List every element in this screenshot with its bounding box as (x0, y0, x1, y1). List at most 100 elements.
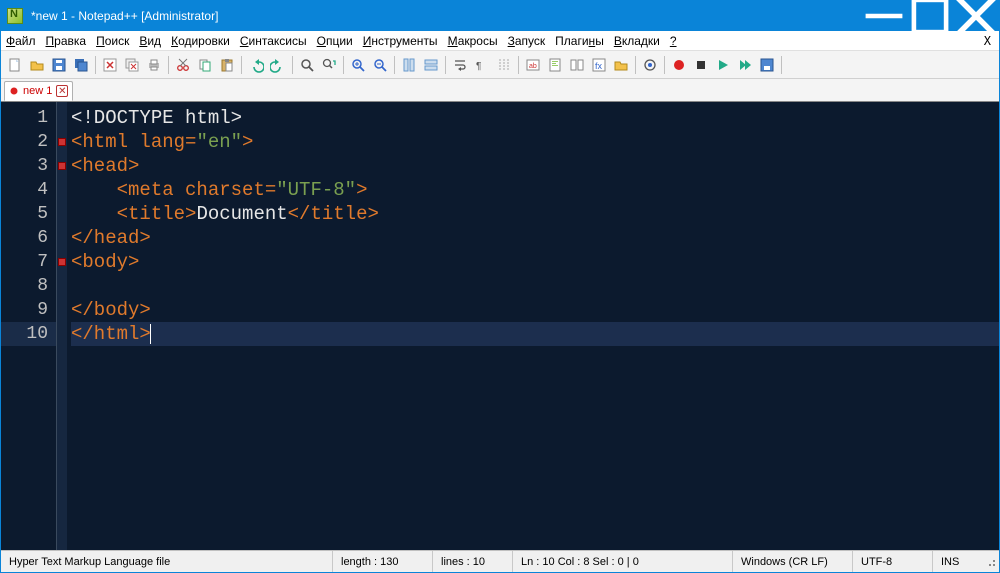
code-line[interactable]: <title>Document</title> (71, 202, 999, 226)
resize-grip-icon[interactable] (983, 554, 999, 570)
code-line[interactable]: </head> (71, 226, 999, 250)
menu-инструменты[interactable]: Инструменты (358, 32, 443, 50)
line-number[interactable]: 9 (1, 298, 56, 322)
close-button[interactable] (953, 1, 999, 31)
menu-правка[interactable]: Правка (41, 32, 92, 50)
code-line[interactable]: <html lang="en"> (71, 130, 999, 154)
print-icon[interactable] (144, 55, 164, 75)
code-line[interactable]: <body> (71, 250, 999, 274)
save-macro-icon[interactable] (757, 55, 777, 75)
menu-поиск[interactable]: Поиск (91, 32, 134, 50)
menu-вкладки[interactable]: Вкладки (609, 32, 665, 50)
fold-toggle-icon[interactable] (58, 138, 66, 146)
menu-запуск[interactable]: Запуск (503, 32, 551, 50)
line-number[interactable]: 8 (1, 274, 56, 298)
status-ins[interactable]: INS (933, 551, 983, 572)
zoom-out-icon[interactable] (370, 55, 390, 75)
code-area[interactable]: <!DOCTYPE html><html lang="en"><head> <m… (67, 102, 999, 550)
open-icon[interactable] (27, 55, 47, 75)
fold-toggle-icon[interactable] (58, 162, 66, 170)
close-all-icon[interactable] (122, 55, 142, 75)
redo-icon[interactable] (268, 55, 288, 75)
tab-bar: new 1 ✕ (1, 79, 999, 101)
sync-v-icon[interactable] (399, 55, 419, 75)
save-icon[interactable] (49, 55, 69, 75)
sync-h-icon[interactable] (421, 55, 441, 75)
status-bar: Hyper Text Markup Language file length :… (1, 550, 999, 572)
line-number[interactable]: 4 (1, 178, 56, 202)
status-eol[interactable]: Windows (CR LF) (733, 551, 853, 572)
wrap-icon[interactable] (450, 55, 470, 75)
svg-text:fx: fx (595, 61, 603, 71)
line-number-gutter[interactable]: 12345678910 (1, 102, 57, 550)
close-icon[interactable] (100, 55, 120, 75)
play-icon[interactable] (713, 55, 733, 75)
folder-icon[interactable] (611, 55, 631, 75)
menu-синтаксисы[interactable]: Синтаксисы (235, 32, 312, 50)
zoom-in-icon[interactable] (348, 55, 368, 75)
code-line[interactable] (71, 274, 999, 298)
text-caret (150, 324, 151, 344)
toolbar-separator (241, 56, 242, 74)
code-line[interactable]: <head> (71, 154, 999, 178)
menu-вид[interactable]: Вид (134, 32, 166, 50)
stop-icon[interactable] (691, 55, 711, 75)
fold-toggle-icon[interactable] (58, 258, 66, 266)
show-all-icon[interactable]: ¶ (472, 55, 492, 75)
tab-close-icon[interactable]: ✕ (56, 85, 68, 97)
toolbar-separator (445, 56, 446, 74)
line-number[interactable]: 6 (1, 226, 56, 250)
menu-кодировки[interactable]: Кодировки (166, 32, 235, 50)
line-number[interactable]: 10 (1, 322, 56, 346)
line-number[interactable]: 2 (1, 130, 56, 154)
menu-опции[interactable]: Опции (312, 32, 358, 50)
monitor-icon[interactable] (640, 55, 660, 75)
cut-icon[interactable] (173, 55, 193, 75)
menu-макросы[interactable]: Макросы (443, 32, 503, 50)
code-line[interactable]: <!DOCTYPE html> (71, 106, 999, 130)
title-bar[interactable]: *new 1 - Notepad++ [Administrator] (1, 1, 999, 31)
copy-icon[interactable] (195, 55, 215, 75)
fold-slot (57, 154, 67, 178)
doc-map-icon[interactable] (545, 55, 565, 75)
fold-slot (57, 298, 67, 322)
status-lines: lines : 10 (433, 551, 513, 572)
code-line[interactable]: </body> (71, 298, 999, 322)
unsaved-indicator-icon (9, 86, 19, 96)
save-all-icon[interactable] (71, 55, 91, 75)
toolbar-separator (518, 56, 519, 74)
record-icon[interactable] (669, 55, 689, 75)
menu-плагины[interactable]: Плагины (550, 32, 609, 50)
doc-list-icon[interactable] (567, 55, 587, 75)
menu-bar: ФайлПравкаПоискВидКодировкиСинтаксисыОпц… (1, 31, 999, 51)
line-number[interactable]: 5 (1, 202, 56, 226)
find-icon[interactable] (297, 55, 317, 75)
fold-margin[interactable] (57, 102, 67, 550)
line-number[interactable]: 7 (1, 250, 56, 274)
indent-guide-icon[interactable] (494, 55, 514, 75)
code-line[interactable]: <meta charset="UTF-8"> (71, 178, 999, 202)
play-multi-icon[interactable] (735, 55, 755, 75)
function-list-icon[interactable]: fx (589, 55, 609, 75)
line-number[interactable]: 1 (1, 106, 56, 130)
window: *new 1 - Notepad++ [Administrator] ФайлП… (0, 0, 1000, 573)
new-file-icon[interactable] (5, 55, 25, 75)
status-encoding[interactable]: UTF-8 (853, 551, 933, 572)
window-close-x[interactable]: X (976, 34, 999, 48)
menu-файл[interactable]: Файл (1, 32, 41, 50)
menu-?[interactable]: ? (665, 32, 682, 50)
minimize-button[interactable] (861, 1, 907, 31)
code-line[interactable]: </html> (71, 322, 999, 346)
fold-slot (57, 106, 67, 130)
lang-icon[interactable]: ab (523, 55, 543, 75)
caption-buttons (861, 1, 999, 31)
undo-icon[interactable] (246, 55, 266, 75)
tab-label: new 1 (23, 85, 52, 97)
line-number[interactable]: 3 (1, 154, 56, 178)
toolbar-separator (394, 56, 395, 74)
editor: 12345678910 <!DOCTYPE html><html lang="e… (1, 101, 999, 550)
tab-new-1[interactable]: new 1 ✕ (4, 81, 73, 101)
maximize-button[interactable] (907, 1, 953, 31)
paste-icon[interactable] (217, 55, 237, 75)
replace-icon[interactable] (319, 55, 339, 75)
